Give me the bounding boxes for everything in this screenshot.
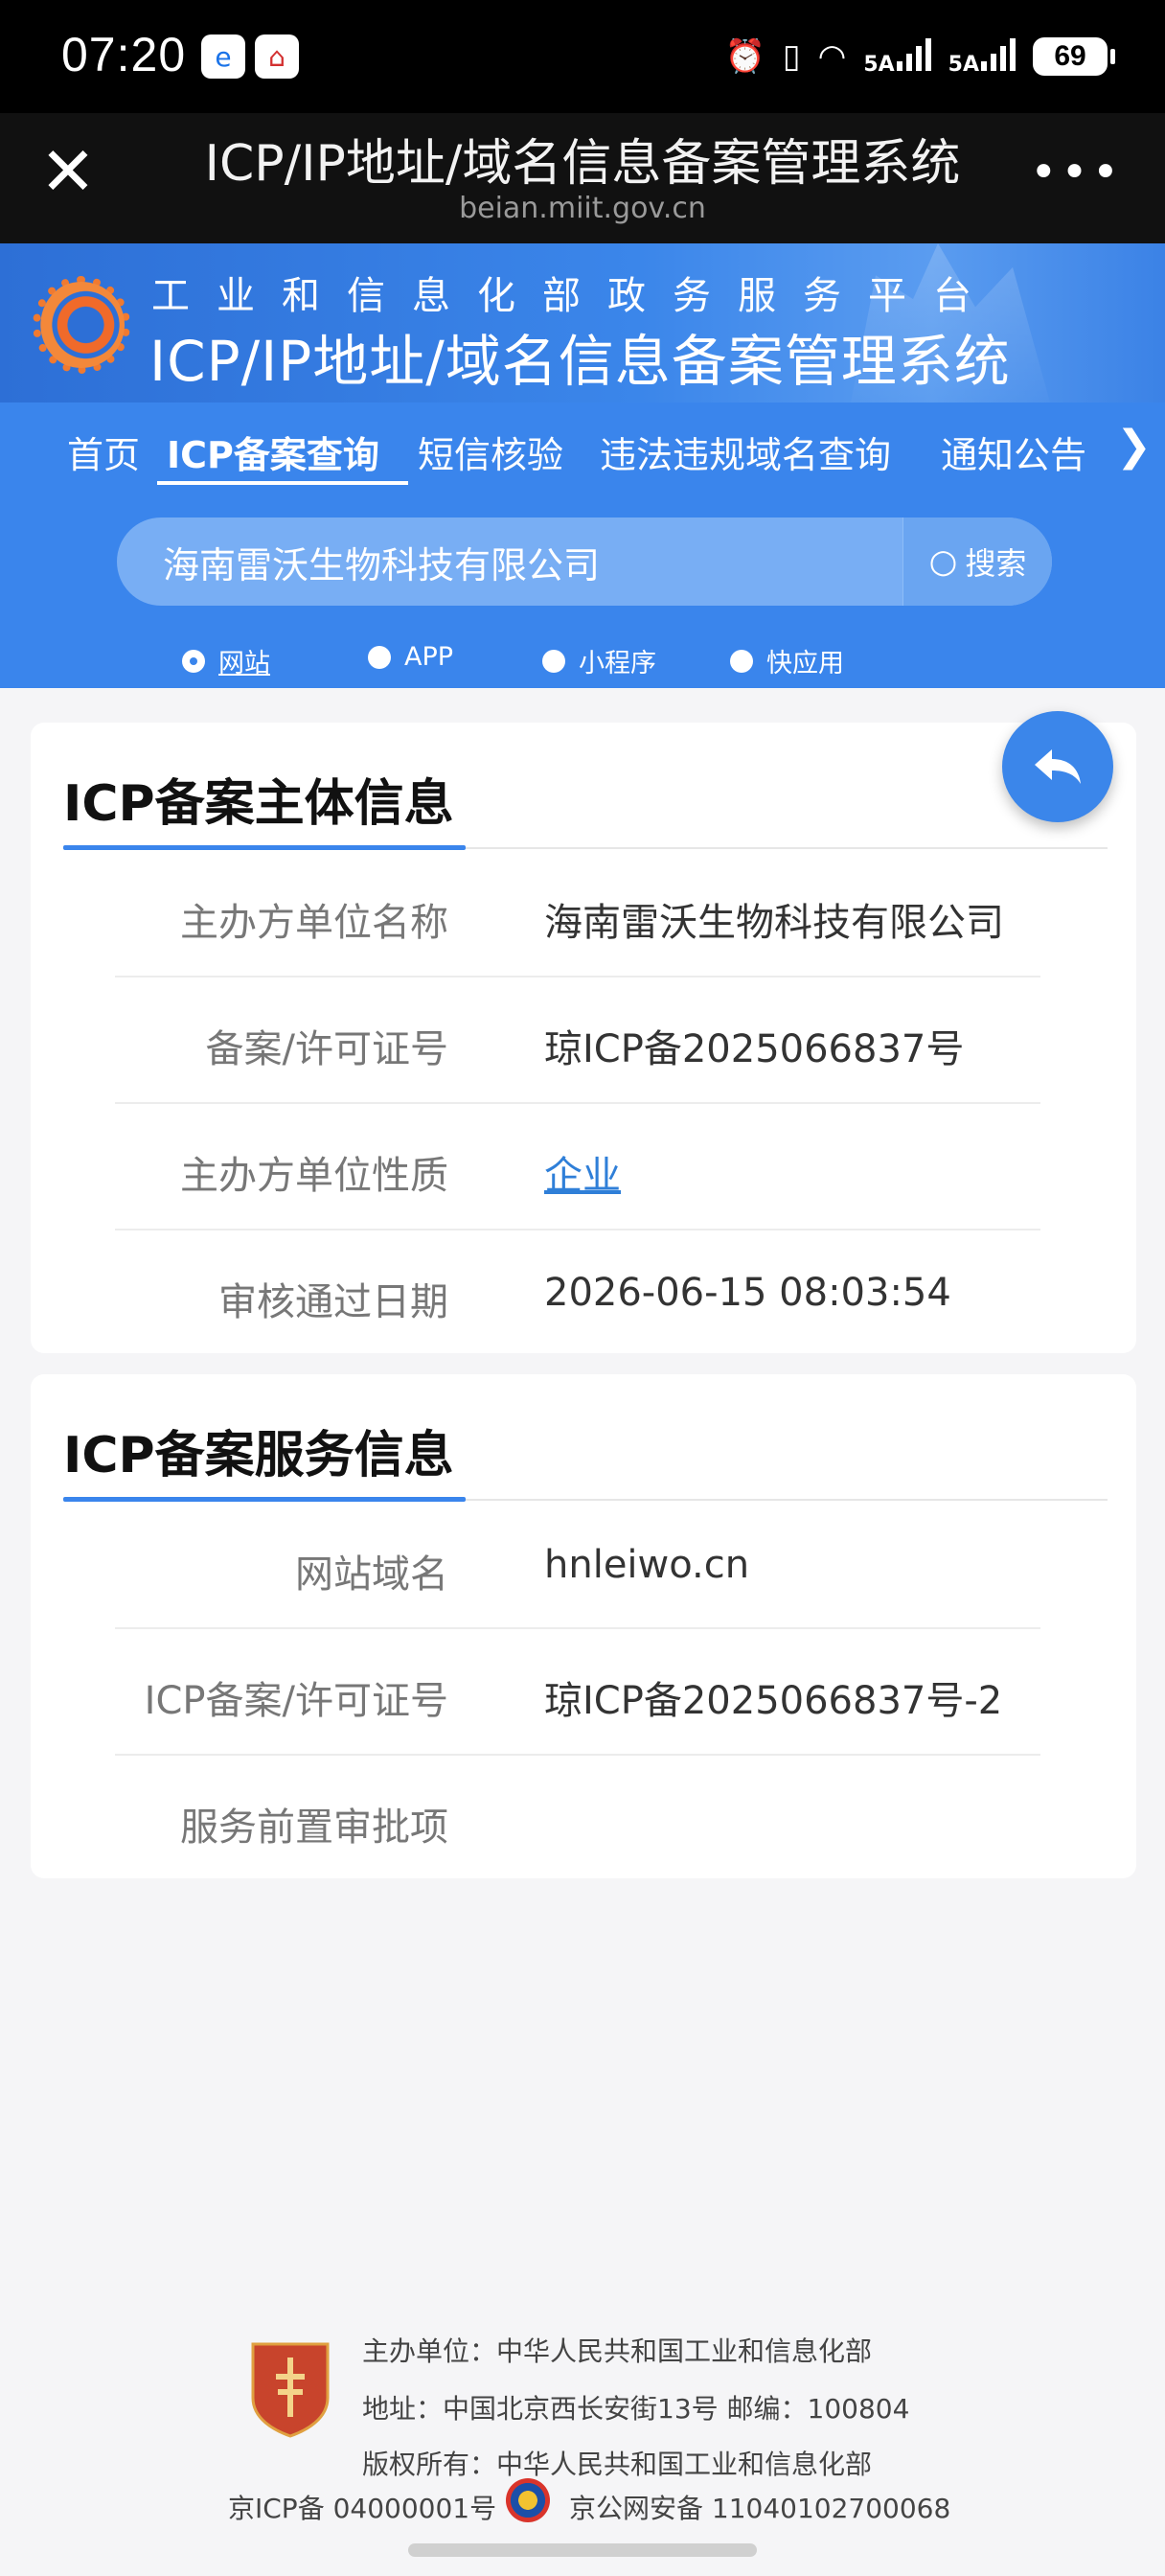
radio-dot — [542, 649, 565, 673]
main-nav: 首页 ICP备案查询 短信核验 违法违规域名查询 通知公告 ❯ — [0, 402, 1165, 498]
nav-illegal-domain[interactable]: 违法违规域名查询 — [600, 426, 891, 478]
browser-url: beian.miit.gov.cn — [459, 192, 706, 225]
radio-dot — [182, 649, 205, 673]
site-subtitle: 工业和信息化部政务服务平台 — [151, 274, 998, 318]
title-accent — [63, 845, 466, 850]
chevron-right-icon[interactable]: ❯ — [1116, 422, 1152, 471]
search-area: ○ 搜索 网站 APP 小程序 快应用 — [0, 498, 1165, 688]
radio-dot — [368, 645, 391, 669]
search-input[interactable] — [117, 518, 902, 606]
vibrate-icon: ▯ — [782, 37, 801, 76]
signal-1: 5A — [863, 36, 931, 77]
info-row: 网站域名 hnleiwo.cn — [115, 1503, 1040, 1629]
unit-nature-link[interactable]: 企业 — [544, 1144, 621, 1200]
card-title: ICP备案主体信息 — [63, 775, 454, 833]
browser-header: ✕ ICP/IP地址/域名信息备案管理系统 beian.miit.gov.cn … — [0, 113, 1165, 243]
icp-service-card: ICP备案服务信息 网站域名 hnleiwo.cn ICP备案/许可证号 琼IC… — [31, 1374, 1136, 1878]
info-row: 审核通过日期 2026-06-15 08:03:54 — [115, 1230, 1040, 1357]
battery-icon: 69 — [1033, 37, 1115, 76]
nav-notices[interactable]: 通知公告 — [941, 426, 1086, 478]
status-bar: 07:20 e ⌂ ⏰ ▯ ◠ 5A 5A 69 — [0, 0, 1165, 113]
info-row: 备案/许可证号 琼ICP备2025066837号 — [115, 978, 1040, 1104]
row-value: 琼ICP备2025066837号 — [544, 1027, 965, 1071]
type-radios: 网站 APP 小程序 快应用 — [0, 642, 1165, 680]
nav-active-indicator — [157, 481, 408, 485]
reply-arrow-icon — [1035, 749, 1081, 784]
row-value: 琼ICP备2025066837号-2 — [544, 1679, 1003, 1723]
browser-title: ICP/IP地址/域名信息备案管理系统 — [204, 135, 961, 193]
gov-app-icon: ⌂ — [255, 34, 299, 79]
browser-app-icon: e — [201, 34, 245, 79]
footer-host: 主办单位：中华人民共和国工业和信息化部 — [362, 2335, 873, 2367]
more-icon[interactable]: ••• — [1030, 146, 1123, 199]
row-label: 网站域名 — [295, 1552, 448, 1597]
search-button[interactable]: ○ 搜索 — [902, 518, 1052, 606]
nav-home[interactable]: 首页 — [67, 426, 140, 478]
signal-2: 5A — [948, 36, 1016, 77]
status-icons: ⏰ ▯ ◠ 5A 5A 69 — [724, 33, 1115, 80]
search-box: ○ 搜索 — [117, 518, 1052, 606]
home-indicator[interactable] — [408, 2543, 757, 2557]
emblem-badge-icon — [251, 2342, 330, 2438]
radio-miniprogram[interactable]: 小程序 — [542, 642, 656, 679]
radio-dot — [730, 649, 753, 673]
site-header: 工业和信息化部政务服务平台 ICP/IP地址/域名信息备案管理系统 — [0, 243, 1165, 402]
nav-sms-verify[interactable]: 短信核验 — [418, 426, 563, 478]
row-label: ICP备案/许可证号 — [144, 1679, 448, 1723]
nav-icp-query[interactable]: ICP备案查询 — [167, 426, 379, 478]
police-badge-icon — [506, 2478, 550, 2522]
info-row: 主办方单位名称 海南雷沃生物科技有限公司 — [115, 851, 1040, 978]
search-icon: ○ — [928, 542, 958, 581]
back-button[interactable] — [1002, 711, 1113, 822]
title-accent — [63, 1497, 466, 1502]
status-time: 07:20 — [61, 28, 187, 81]
radio-quickapp[interactable]: 快应用 — [730, 642, 844, 679]
row-label: 主办方单位名称 — [180, 901, 448, 945]
icp-subject-card: ICP备案主体信息 主办方单位名称 海南雷沃生物科技有限公司 备案/许可证号 琼… — [31, 723, 1136, 1353]
alarm-icon: ⏰ — [724, 37, 765, 76]
footer-police-link[interactable]: 京公网安备 11040102700068 — [569, 2488, 950, 2526]
footer-address: 地址：中国北京西长安街13号 邮编：100804 — [362, 2393, 910, 2425]
info-row: ICP备案/许可证号 琼ICP备2025066837号-2 — [115, 1629, 1040, 1756]
miit-logo-icon — [38, 282, 125, 368]
row-value: 海南雷沃生物科技有限公司 — [544, 901, 1004, 945]
radio-app[interactable]: APP — [368, 642, 453, 672]
row-value: hnleiwo.cn — [544, 1543, 750, 1587]
radio-website[interactable]: 网站 — [182, 642, 270, 679]
site-footer: 主办单位：中华人民共和国工业和信息化部 地址：中国北京西长安街13号 邮编：10… — [0, 2300, 1165, 2576]
row-label: 服务前置审批项 — [180, 1806, 448, 1850]
site-title: ICP/IP地址/域名信息备案管理系统 — [149, 329, 1011, 394]
footer-icp-link[interactable]: 京ICP备 04000001号 — [228, 2488, 496, 2526]
row-label: 主办方单位性质 — [180, 1154, 448, 1198]
row-label: 备案/许可证号 — [205, 1027, 448, 1071]
info-row: 服务前置审批项 — [115, 1756, 1040, 1882]
search-button-label: 搜索 — [965, 545, 1027, 582]
card-title: ICP备案服务信息 — [63, 1427, 454, 1484]
row-label: 审核通过日期 — [218, 1280, 448, 1324]
row-value: 2026-06-15 08:03:54 — [544, 1271, 951, 1315]
info-row: 主办方单位性质 企业 — [115, 1104, 1040, 1230]
footer-copyright: 版权所有：中华人民共和国工业和信息化部 — [362, 2449, 873, 2480]
wifi-icon: ◠ — [817, 37, 847, 76]
